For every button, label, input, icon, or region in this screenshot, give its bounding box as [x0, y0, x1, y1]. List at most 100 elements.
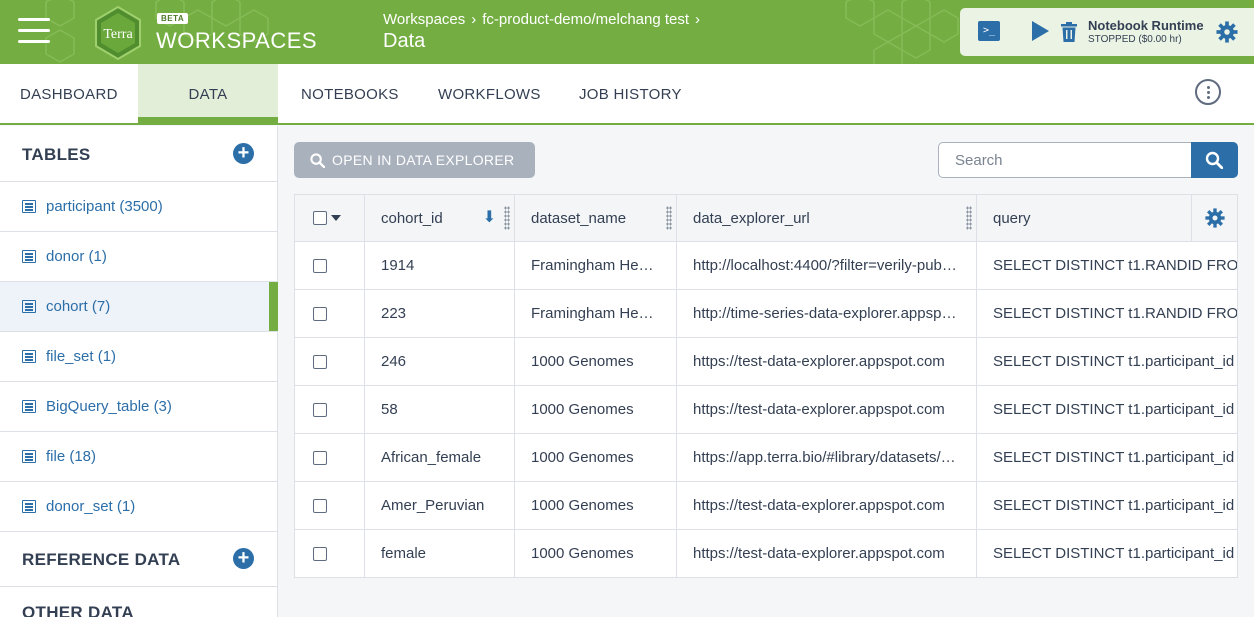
- cell-data-explorer-url[interactable]: http://time-series-data-explorer.appspot…: [677, 290, 977, 337]
- tab-dashboard[interactable]: DASHBOARD: [0, 64, 138, 123]
- table-row: Amer_Peruvian 1000 Genomes https://test-…: [295, 482, 1237, 530]
- cell-dataset-name: Framingham Heart Study: [515, 242, 677, 289]
- sidebar-item-participant[interactable]: participant (3500): [0, 182, 278, 232]
- column-header-dataset-name[interactable]: dataset_name: [515, 195, 677, 242]
- tab-notebooks[interactable]: NOTEBOOKS: [301, 64, 399, 123]
- table-row: female 1000 Genomes https://test-data-ex…: [295, 530, 1237, 577]
- table-row: 246 1000 Genomes https://test-data-explo…: [295, 338, 1237, 386]
- cell-query: SELECT DISTINCT t1.participant_id: [993, 545, 1235, 562]
- sidebar-item-label: BigQuery_table (3): [46, 398, 172, 415]
- sidebar-item-bigquery-table[interactable]: BigQuery_table (3): [0, 382, 278, 432]
- sidebar-item-label: file_set (1): [46, 348, 117, 365]
- column-header-cohort-id[interactable]: cohort_id ⬇: [365, 195, 515, 242]
- cell-data-explorer-url[interactable]: https://test-data-explorer.appspot.com: [677, 386, 977, 433]
- gear-icon: [1205, 208, 1225, 228]
- column-resize-handle[interactable]: [504, 206, 510, 230]
- table-icon: [22, 300, 36, 313]
- row-select-cell: [295, 530, 365, 577]
- breadcrumb-workspaces[interactable]: Workspaces: [383, 11, 465, 28]
- column-header-label: dataset_name: [531, 210, 627, 227]
- row-checkbox[interactable]: [313, 259, 327, 273]
- cell-query: SELECT DISTINCT t1.RANDID FROM: [993, 305, 1238, 322]
- column-header-data-explorer-url[interactable]: data_explorer_url: [677, 195, 977, 242]
- search-button[interactable]: [1191, 142, 1238, 178]
- cell-cohort-id: African_female: [365, 434, 515, 481]
- column-resize-handle[interactable]: [966, 206, 972, 230]
- select-all-checkbox[interactable]: [313, 211, 327, 225]
- sidebar-item-donor[interactable]: donor (1): [0, 232, 278, 282]
- column-resize-handle[interactable]: [666, 206, 672, 230]
- table-icon: [22, 400, 36, 413]
- runtime-name: Notebook Runtime: [1088, 18, 1204, 33]
- tab-job-history[interactable]: JOB HISTORY: [579, 64, 682, 123]
- select-all-header: [295, 195, 365, 242]
- tab-workflows[interactable]: WORKFLOWS: [438, 64, 541, 123]
- column-settings-button[interactable]: [1191, 195, 1237, 242]
- sidebar-item-file-set[interactable]: file_set (1): [0, 332, 278, 382]
- row-checkbox[interactable]: [313, 355, 327, 369]
- cell-query: SELECT DISTINCT t1.RANDID FROM: [993, 257, 1238, 274]
- play-icon[interactable]: [1032, 21, 1049, 41]
- cell-cohort-id: 58: [365, 386, 515, 433]
- open-in-data-explorer-label: OPEN IN DATA EXPLORER: [332, 152, 515, 168]
- cell-data-explorer-url[interactable]: https://test-data-explorer.appspot.com: [677, 530, 977, 577]
- more-options-icon[interactable]: [1195, 79, 1221, 105]
- breadcrumb-workspace[interactable]: fc-product-demo/melchang test: [482, 11, 689, 28]
- row-checkbox[interactable]: [313, 307, 327, 321]
- open-in-data-explorer-button[interactable]: OPEN IN DATA EXPLORER: [294, 142, 535, 178]
- menu-icon[interactable]: [18, 18, 50, 46]
- sidebar-item-donor-set[interactable]: donor_set (1): [0, 482, 278, 532]
- cell-data-explorer-url[interactable]: https://test-data-explorer.appspot.com: [677, 482, 977, 529]
- column-header-label: data_explorer_url: [693, 210, 810, 227]
- cell-dataset-name: 1000 Genomes: [515, 482, 677, 529]
- tab-data[interactable]: DATA: [138, 64, 278, 123]
- cell-cohort-id: 1914: [365, 242, 515, 289]
- tables-title: TABLES: [22, 145, 91, 164]
- sidebar-item-cohort[interactable]: cohort (7): [0, 282, 278, 332]
- logo-text: Terra: [103, 27, 133, 42]
- row-checkbox[interactable]: [313, 547, 327, 561]
- cell-cohort-id: female: [365, 530, 515, 577]
- row-checkbox[interactable]: [313, 499, 327, 513]
- workspace-tabs: DASHBOARD DATA NOTEBOOKS WORKFLOWS JOB H…: [0, 64, 1254, 125]
- brand-title[interactable]: WORKSPACES: [156, 28, 317, 54]
- row-select-cell: [295, 338, 365, 385]
- table-icon: [22, 350, 36, 363]
- cell-cohort-id: Amer_Peruvian: [365, 482, 515, 529]
- row-select-cell: [295, 386, 365, 433]
- other-data-section-header: OTHER DATA: [0, 587, 278, 617]
- column-header-query[interactable]: query: [977, 195, 1191, 242]
- row-checkbox[interactable]: [313, 451, 327, 465]
- reference-data-title: REFERENCE DATA: [22, 550, 181, 569]
- cell-data-explorer-url[interactable]: https://app.terra.bio/#library/datasets/…: [677, 434, 977, 481]
- search-input[interactable]: [938, 142, 1192, 178]
- row-select-cell: [295, 434, 365, 481]
- cell-dataset-name: 1000 Genomes: [515, 530, 677, 577]
- other-data-title: OTHER DATA: [22, 603, 134, 617]
- sidebar-item-file[interactable]: file (18): [0, 432, 278, 482]
- search-icon: [310, 153, 325, 168]
- row-select-cell: [295, 290, 365, 337]
- add-table-icon[interactable]: +: [233, 143, 254, 164]
- table-row: African_female 1000 Genomes https://app.…: [295, 434, 1237, 482]
- cell-data-explorer-url[interactable]: https://test-data-explorer.appspot.com: [677, 338, 977, 385]
- trash-icon[interactable]: [1061, 22, 1077, 42]
- terra-logo[interactable]: Terra: [90, 5, 146, 61]
- cell-cohort-id: 246: [365, 338, 515, 385]
- cell-dataset-name: 1000 Genomes: [515, 338, 677, 385]
- chevron-down-icon[interactable]: [331, 215, 341, 221]
- search-icon: [1205, 151, 1223, 169]
- reference-data-section-header: REFERENCE DATA +: [0, 532, 278, 587]
- cell-dataset-name: 1000 Genomes: [515, 386, 677, 433]
- breadcrumb-sep: ›: [695, 11, 701, 28]
- notebook-runtime-panel: >_ Notebook Runtime STOPPED ($0.00 hr): [960, 8, 1254, 56]
- beta-badge: BETA: [157, 13, 189, 24]
- row-checkbox[interactable]: [313, 403, 327, 417]
- gear-icon[interactable]: [1216, 21, 1238, 43]
- add-reference-icon[interactable]: +: [233, 548, 254, 569]
- terminal-icon[interactable]: >_: [978, 21, 1000, 41]
- breadcrumb-sep: ›: [471, 11, 477, 28]
- row-select-cell: [295, 482, 365, 529]
- cell-data-explorer-url[interactable]: http://localhost:4400/?filter=verily-pub…: [677, 242, 977, 289]
- sort-arrow-icon[interactable]: ⬇: [483, 209, 496, 227]
